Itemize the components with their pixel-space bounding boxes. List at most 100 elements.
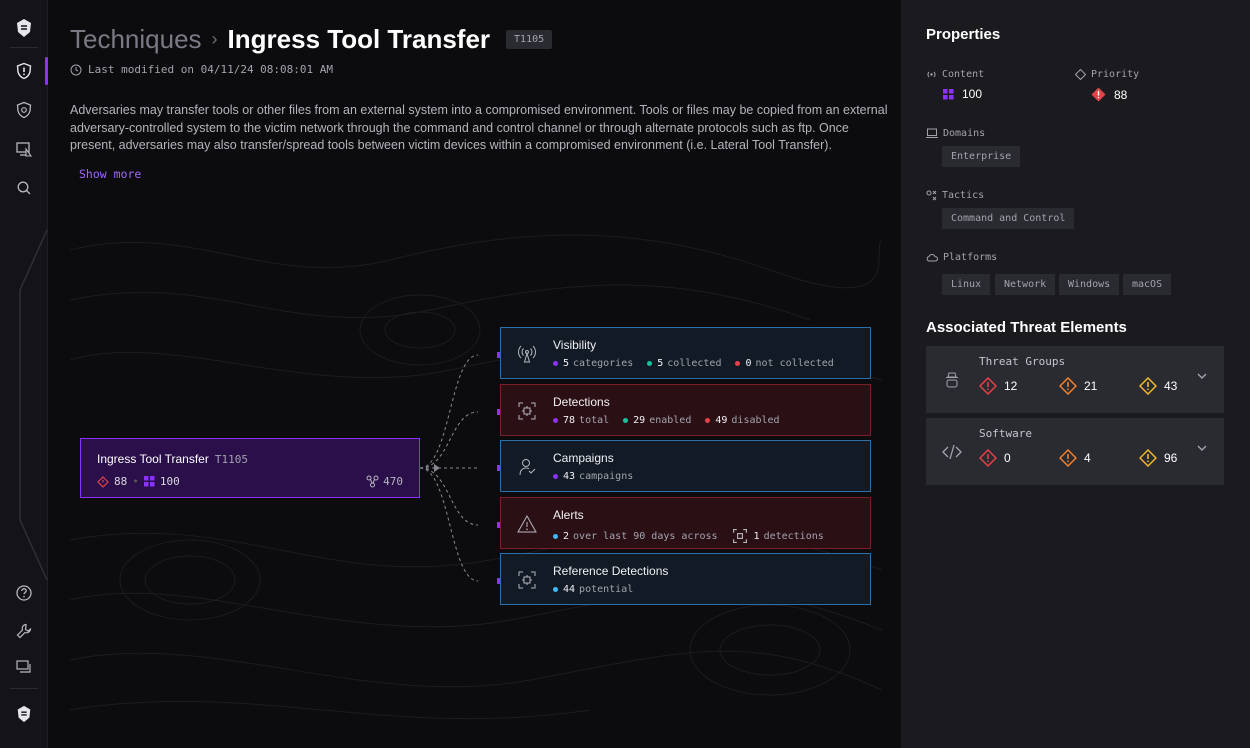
shield-alert-icon[interactable] [14,61,34,81]
reference-title: Reference Detections [553,564,669,578]
breadcrumb-techniques[interactable]: Techniques [70,24,202,55]
low-severity-icon [1139,377,1157,395]
technique-id-badge: T1105 [506,30,553,49]
detections-disabled-label: disabled [731,415,780,426]
high-severity-icon [979,449,997,467]
domains-label: Domains [926,128,985,139]
platforms-label: Platforms [926,252,997,263]
priority-label: Priority [1075,69,1139,80]
last-modified: Last modified on 04/11/24 08:08:01 AM [70,63,333,76]
threat-groups-counts: 12 21 43 [979,377,1219,395]
campaigns-count: 43 [563,471,576,482]
alerts-count: 2 [563,530,570,542]
high-severity-icon [979,377,997,395]
chat-icon[interactable] [14,657,34,677]
show-more-link[interactable]: Show more [79,167,141,181]
threat-groups-low: 43 [1164,379,1178,393]
platform-tag: Network [995,274,1056,295]
root-technique-node[interactable]: Ingress Tool Transfer T1105 88 • 100 470 [80,438,420,498]
software-card[interactable]: Software 0 4 96 [926,418,1224,485]
campaigns-title: Campaigns [553,451,614,465]
detection-focus-icon [732,529,747,543]
reference-count: 44 [563,584,576,595]
code-icon [942,444,962,460]
visibility-not-collected: 0 [745,358,752,369]
left-nav-rail [0,0,48,748]
chevron-down-icon[interactable] [1196,442,1208,454]
priority-value: 88 [1091,87,1127,102]
associated-title: Associated Threat Elements [926,319,1127,336]
properties-panel: Properties Content 100 Priority 88 Domai… [901,0,1250,748]
priority-diamond-icon [97,475,109,488]
tactics-label: Tactics [926,190,984,201]
network-nodes-icon [366,475,379,488]
low-severity-icon [1139,449,1157,467]
rail-divider [10,688,38,689]
visibility-collected: 5 [657,358,664,369]
visibility-title: Visibility [553,338,597,352]
medium-severity-icon [1059,449,1077,467]
visibility-collected-label: collected [667,358,722,369]
content-grid-icon [943,88,954,99]
alerts-stats: 2 over last 90 days across 1 detections [553,528,838,544]
main-content: Techniques › Ingress Tool Transfer T1105… [48,0,901,748]
detections-total-label: total [579,415,610,426]
detection-focus-icon [518,571,536,589]
clock-icon [70,64,82,75]
help-icon[interactable] [14,583,34,603]
signal-icon [927,71,936,78]
app-logo-icon[interactable] [14,18,34,38]
page-title: Ingress Tool Transfer [227,24,491,54]
org-logo-icon[interactable] [14,704,34,724]
monitor-alert-icon[interactable] [14,139,34,159]
reference-stats: 44 potential [553,584,647,595]
properties-title: Properties [926,26,1001,43]
incognito-icon [946,372,958,388]
detections-enabled-label: enabled [649,415,692,426]
threat-groups-card[interactable]: Threat Groups 12 21 43 [926,346,1224,413]
content-grid-icon [143,476,155,487]
software-name: Software [979,427,1032,440]
domain-tag: Enterprise [942,146,1021,167]
reference-detections-card[interactable]: Reference Detections 44 potential [500,553,871,605]
root-links-value: 470 [383,475,403,488]
threat-groups-name: Threat Groups [979,355,1066,368]
root-content-value: 100 [159,475,180,488]
platform-tag: Windows [1059,274,1120,295]
wrench-icon[interactable] [14,621,34,641]
reference-count-label: potential [579,584,634,595]
threat-groups-high: 12 [1004,379,1018,393]
visibility-categories: 5 [563,358,570,369]
title-row: Techniques › Ingress Tool Transfer T1105 [70,24,553,55]
breadcrumb-separator: › [211,29,218,49]
threat-groups-medium: 21 [1084,379,1098,393]
alerts-title: Alerts [553,508,584,522]
relationship-graph: Ingress Tool Transfer T1105 88 • 100 470 … [70,210,882,724]
visibility-stats: 5 categories 5 collected 0 not collected [553,358,848,369]
campaign-person-icon [519,459,536,476]
visibility-categories-label: categories [573,358,634,369]
alerts-count-label: over last 90 days across [573,530,718,542]
campaigns-card[interactable]: Campaigns 43 campaigns [500,440,871,492]
search-icon[interactable] [14,178,34,198]
visibility-card[interactable]: Visibility 5 categories 5 collected 0 not c… [500,327,871,379]
content-value: 100 [943,87,982,101]
software-medium: 4 [1084,451,1091,465]
detections-title: Detections [553,395,610,409]
medium-severity-icon [1059,377,1077,395]
stat-separator-dot: • [132,475,139,488]
campaigns-count-label: campaigns [579,471,634,482]
detections-enabled: 29 [633,415,646,426]
platform-tag: Linux [942,274,991,295]
last-modified-text: Last modified on 04/11/24 08:08:01 AM [88,63,334,76]
alerts-card[interactable]: Alerts 2 over last 90 days across 1 detect… [500,497,871,549]
software-low: 96 [1164,451,1178,465]
tactic-tag: Command and Control [942,208,1075,229]
shield-lock-icon[interactable] [14,100,34,120]
root-node-title: Ingress Tool Transfer T1105 [97,452,248,466]
diamond-icon [1075,69,1086,80]
chevron-down-icon[interactable] [1196,370,1208,382]
root-node-links: 470 [366,475,403,488]
detections-card[interactable]: Detections 78 total 29 enabled 49 disabled [500,384,871,436]
alerts-detections: 1 [753,530,760,542]
